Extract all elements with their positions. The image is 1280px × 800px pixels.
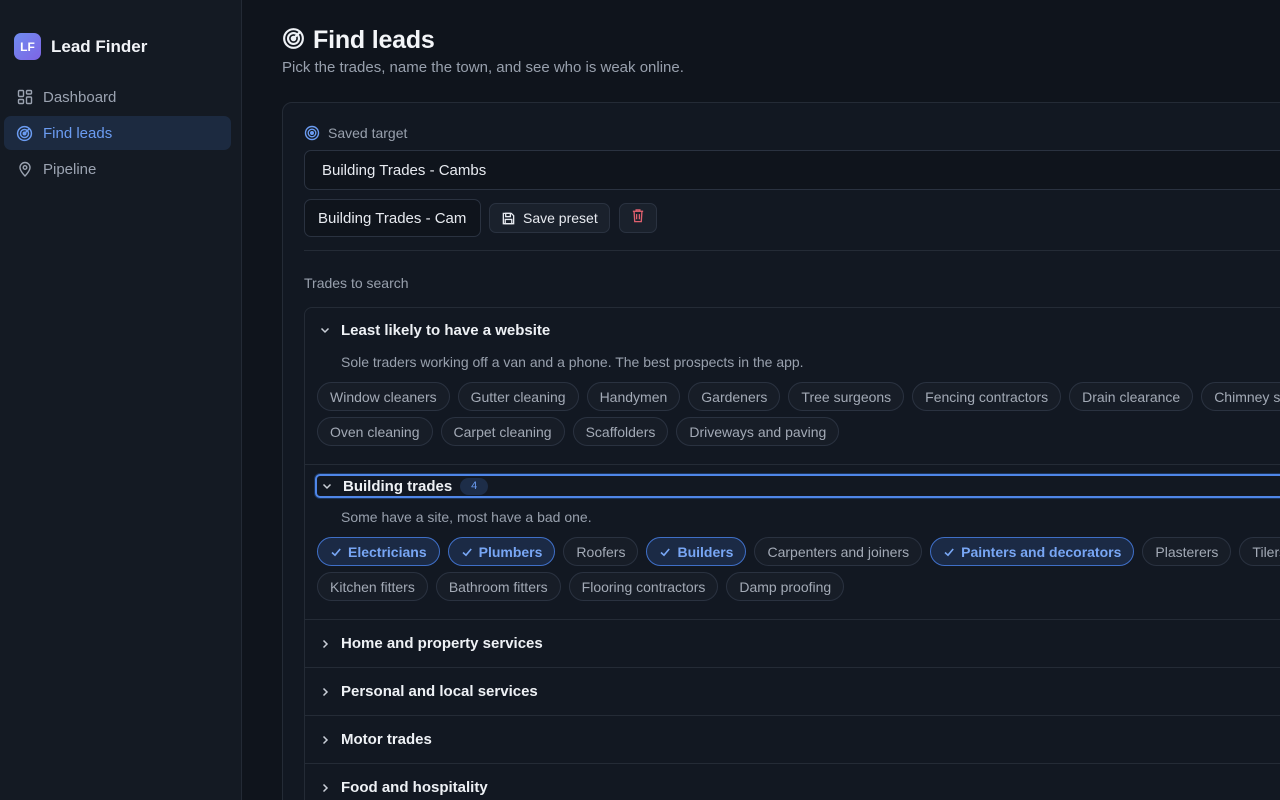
group-title: Motor trades <box>341 731 432 748</box>
trade-chip[interactable]: Damp proofing <box>726 572 845 601</box>
page-title: Find leads <box>313 26 435 54</box>
trade-chip[interactable]: Driveways and paving <box>676 417 840 446</box>
trade-chip[interactable]: Window cleaners <box>317 382 450 411</box>
check-icon <box>943 546 955 558</box>
save-preset-label: Save preset <box>523 210 598 226</box>
search-card: Saved target Building Trades - Cambs Sav… <box>282 102 1280 800</box>
selected-count-badge: 4 <box>460 477 489 495</box>
group-title: Home and property services <box>341 635 543 652</box>
dashboard-icon <box>16 89 33 106</box>
trade-chip[interactable]: Gardeners <box>688 382 781 411</box>
trade-groups: Least likely to have a website Sole trad… <box>304 307 1280 800</box>
chip-label: Plumbers <box>478 543 543 560</box>
chip-list: Window cleaners Gutter cleaning Handymen… <box>305 372 1280 464</box>
trade-chip-selected[interactable]: Builders <box>646 537 747 566</box>
group-toggle-personal-local[interactable]: Personal and local services <box>305 668 1280 715</box>
trade-group-personal-local: Personal and local services <box>305 668 1280 716</box>
trade-chip[interactable]: Tree surgeons <box>788 382 905 411</box>
trade-group-motor-trades: Motor trades <box>305 716 1280 764</box>
sidebar-item-label: Pipeline <box>43 160 97 178</box>
save-icon <box>501 211 516 226</box>
trade-chip[interactable]: Fencing contractors <box>912 382 1062 411</box>
group-title: Least likely to have a website <box>341 321 551 339</box>
chevron-down-icon <box>319 324 331 336</box>
trade-chip[interactable]: Flooring contractors <box>568 572 719 601</box>
saved-target-select[interactable]: Building Trades - Cambs <box>304 150 1280 190</box>
trade-group-least-likely: Least likely to have a website Sole trad… <box>305 308 1280 465</box>
group-title: Food and hospitality <box>341 779 488 796</box>
group-title: Personal and local services <box>341 683 538 700</box>
chip-list: Electricians Plumbers Roofers Builders C… <box>305 527 1280 619</box>
page-subtitle: Pick the trades, name the town, and see … <box>282 59 684 76</box>
chevron-right-icon <box>319 734 331 746</box>
sidebar-item-pipeline[interactable]: Pipeline <box>4 152 231 186</box>
group-toggle-food-hospitality[interactable]: Food and hospitality <box>305 764 1280 800</box>
group-toggle-building-trades[interactable]: Building trades 4 <box>315 474 1280 498</box>
group-title: Building trades <box>343 477 453 495</box>
trade-group-building-trades: Building trades 4 Some have a site, most… <box>305 474 1280 620</box>
delete-preset-button[interactable] <box>618 203 657 233</box>
trade-chip[interactable]: Oven cleaning <box>317 417 433 446</box>
trade-chip[interactable]: Carpet cleaning <box>440 417 565 446</box>
group-description: Sole traders working off a van and a pho… <box>341 354 804 370</box>
chip-label: Electricians <box>348 543 427 560</box>
trade-chip[interactable]: Roofers <box>563 537 639 566</box>
trade-chip[interactable]: Scaffolders <box>572 417 669 446</box>
trade-chip[interactable]: Kitchen fitters <box>317 572 428 601</box>
save-preset-button[interactable]: Save preset <box>489 203 610 233</box>
trade-chip[interactable]: Chimney sw <box>1201 382 1280 411</box>
trade-chip[interactable]: Bathroom fitters <box>435 572 561 601</box>
group-toggle-home-property[interactable]: Home and property services <box>305 620 1280 667</box>
sidebar-item-label: Find leads <box>43 124 113 142</box>
sidebar: LF Lead Finder Dashboard Find leads Pipe… <box>0 0 242 800</box>
radar-icon <box>282 27 305 55</box>
target-icon <box>304 125 320 141</box>
trade-group-food-hospitality: Food and hospitality <box>305 764 1280 800</box>
trades-label: Trades to search <box>304 275 409 291</box>
chevron-right-icon <box>319 686 331 698</box>
chevron-right-icon <box>319 638 331 650</box>
trade-chip[interactable]: Drain clearance <box>1069 382 1194 411</box>
trash-icon <box>631 208 645 228</box>
radar-icon <box>16 125 33 142</box>
trade-chip[interactable]: Gutter cleaning <box>457 382 579 411</box>
trade-chip[interactable]: Handymen <box>586 382 681 411</box>
saved-target-text: Saved target <box>328 125 408 141</box>
brand-logo: LF <box>14 33 41 60</box>
page-header: Find leads <box>282 26 435 55</box>
trade-chip[interactable]: Plasterers <box>1142 537 1232 566</box>
check-icon <box>659 546 671 558</box>
brand-name: Lead Finder <box>51 36 148 56</box>
group-toggle-least-likely[interactable]: Least likely to have a website <box>305 308 1280 352</box>
check-icon <box>461 546 473 558</box>
sidebar-item-label: Dashboard <box>43 88 117 106</box>
chevron-down-icon <box>321 480 333 492</box>
sidebar-item-dashboard[interactable]: Dashboard <box>4 80 231 114</box>
sidebar-nav: Dashboard Find leads Pipeline <box>4 80 231 188</box>
trade-chip[interactable]: Carpenters and joiners <box>754 537 923 566</box>
trade-chip-selected[interactable]: Plumbers <box>447 537 556 566</box>
sidebar-item-find-leads[interactable]: Find leads <box>4 116 231 150</box>
chevron-right-icon <box>319 782 331 794</box>
trade-chip-selected[interactable]: Painters and decorators <box>930 537 1135 566</box>
divider <box>304 250 1280 251</box>
main-content: Find leads Pick the trades, name the tow… <box>242 0 1280 800</box>
brand[interactable]: LF Lead Finder <box>14 33 147 60</box>
check-icon <box>330 546 342 558</box>
chip-label: Painters and decorators <box>961 543 1122 560</box>
group-description: Some have a site, most have a bad one. <box>341 509 592 525</box>
map-pin-icon <box>16 161 33 178</box>
saved-target-label: Saved target <box>304 125 407 141</box>
chip-label: Builders <box>677 543 734 560</box>
trade-chip[interactable]: Tilers <box>1239 537 1280 566</box>
preset-name-input[interactable] <box>304 199 481 237</box>
group-toggle-motor-trades[interactable]: Motor trades <box>305 716 1280 763</box>
preset-row: Save preset <box>304 199 657 237</box>
trade-chip-selected[interactable]: Electricians <box>317 537 440 566</box>
trade-group-home-property: Home and property services <box>305 620 1280 668</box>
